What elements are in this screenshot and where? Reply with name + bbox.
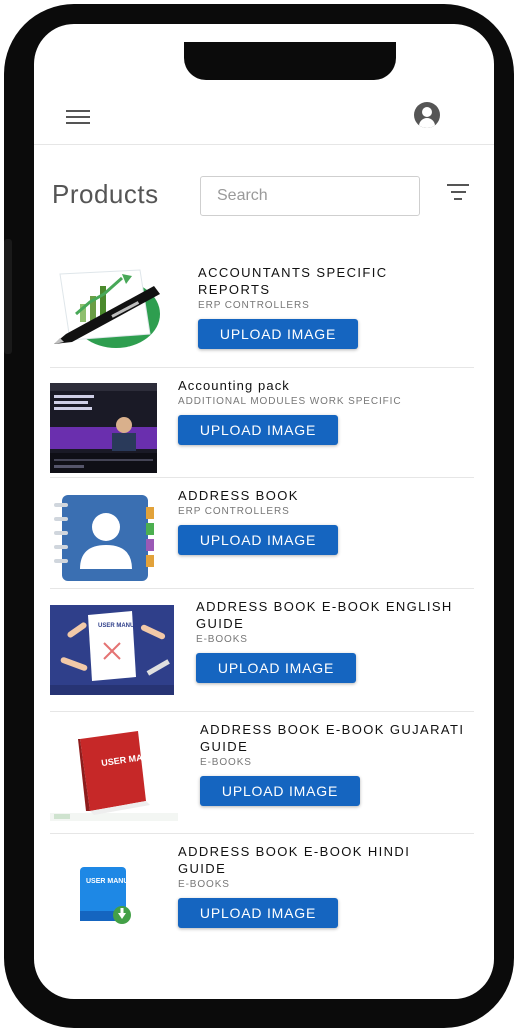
filter-list-icon[interactable] bbox=[447, 184, 469, 200]
product-row: USER MANUAL ADDRESS BOOK E-BOOK GUJARATI… bbox=[50, 711, 474, 834]
product-row: USER MANUAL ADDRESS BOOK E-BOOK ENGLISH … bbox=[50, 588, 474, 712]
upload-image-button[interactable]: UPLOAD IMAGE bbox=[198, 319, 358, 349]
red-manual-book: USER MANUAL bbox=[50, 721, 178, 821]
video-screenshot bbox=[50, 383, 157, 473]
product-name: ADDRESS BOOK E-BOOK ENGLISH GUIDE bbox=[196, 599, 453, 631]
product-category: ERP CONTROLLERS bbox=[178, 506, 290, 517]
address-book-icon bbox=[50, 493, 158, 583]
upload-image-button[interactable]: UPLOAD IMAGE bbox=[178, 898, 338, 928]
thumb-text: USER MANUAL bbox=[98, 623, 143, 629]
account-circle-icon[interactable] bbox=[414, 102, 440, 128]
product-category: ADDITIONAL MODULES WORK SPECIFIC bbox=[178, 396, 402, 407]
menu-icon[interactable] bbox=[66, 106, 90, 124]
product-category: ERP CONTROLLERS bbox=[198, 300, 310, 311]
product-name: ADDRESS BOOK E-BOOK HINDI GUIDE bbox=[178, 844, 411, 876]
phone-screen: Products A bbox=[34, 24, 494, 999]
product-category: E-BOOKS bbox=[200, 757, 252, 768]
product-name: ADDRESS BOOK E-BOOK GUJARATI GUIDE bbox=[200, 722, 465, 754]
phone-frame: Products A bbox=[4, 4, 514, 1028]
search-input[interactable] bbox=[200, 176, 420, 216]
product-name: Accounting pack bbox=[178, 378, 290, 393]
phone-notch bbox=[184, 42, 396, 80]
upload-image-button[interactable]: UPLOAD IMAGE bbox=[178, 415, 338, 445]
product-category: E-BOOKS bbox=[178, 879, 230, 890]
thumb-text: USER MANUAL bbox=[86, 878, 138, 885]
product-name: ADDRESS BOOK bbox=[178, 488, 299, 503]
product-category: E-BOOKS bbox=[196, 634, 248, 645]
upload-image-button[interactable]: UPLOAD IMAGE bbox=[178, 525, 338, 555]
product-name: ACCOUNTANTS SPECIFIC REPORTS bbox=[198, 265, 388, 297]
upload-image-button[interactable]: UPLOAD IMAGE bbox=[196, 653, 356, 683]
page-title: Products bbox=[52, 179, 159, 209]
pen-chart-icon bbox=[50, 264, 162, 350]
upload-image-button[interactable]: UPLOAD IMAGE bbox=[200, 776, 360, 806]
product-row: ACCOUNTANTS SPECIFIC REPORTS ERP CONTROL… bbox=[50, 256, 474, 368]
blue-manual-book: USER MANUAL bbox=[50, 841, 160, 937]
product-row: ADDRESS BOOK ERP CONTROLLERS UPLOAD IMAG… bbox=[50, 477, 474, 589]
product-row: Accounting pack ADDITIONAL MODULES WORK … bbox=[50, 367, 474, 478]
product-row: USER MANUAL ADDRESS BOOK E-BOOK HINDI GU… bbox=[50, 833, 474, 955]
phone-side-button bbox=[4, 239, 12, 354]
user-manual-illustration: USER MANUAL bbox=[50, 605, 174, 695]
